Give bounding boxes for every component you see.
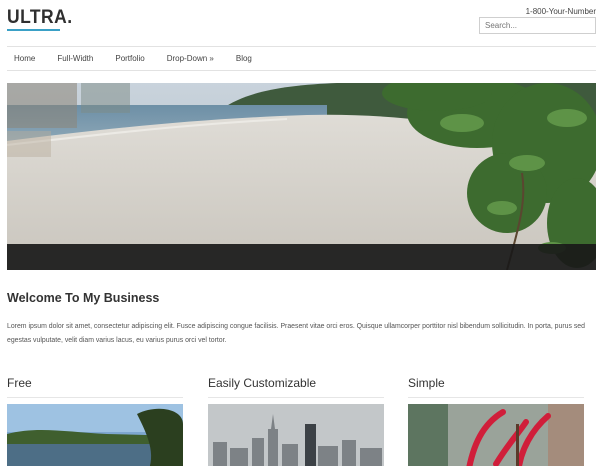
nav-bottom-divider xyxy=(7,70,596,71)
feature-image-city[interactable] xyxy=(208,404,384,466)
nav-item-home[interactable]: Home xyxy=(14,54,35,63)
hero-slider[interactable] xyxy=(7,83,596,270)
feature-image-lake[interactable] xyxy=(7,404,183,466)
feature-image-red-plant[interactable] xyxy=(408,404,584,466)
nav-item-full-width[interactable]: Full-Width xyxy=(57,54,93,63)
feature-title-customizable: Easily Customizable xyxy=(208,376,317,390)
site-logo[interactable]: ULTRA. xyxy=(7,7,73,29)
hero-caption-bar xyxy=(7,244,596,270)
feature-divider xyxy=(408,397,584,398)
feature-divider xyxy=(7,397,183,398)
feature-column-free: Free xyxy=(7,376,183,466)
phone-number: 1-800-Your-Number xyxy=(525,7,596,16)
hero-beach-image xyxy=(7,83,596,270)
feature-column-simple: Simple xyxy=(408,376,584,466)
feature-column-customizable: Easily Customizable xyxy=(208,376,384,466)
search-input[interactable] xyxy=(479,17,596,34)
intro-text: Lorem ipsum dolor sit amet, consectetur … xyxy=(7,323,585,344)
page-title: Welcome To My Business xyxy=(7,291,160,305)
nav-item-blog[interactable]: Blog xyxy=(236,54,252,63)
feature-divider xyxy=(208,397,384,398)
feature-title-free: Free xyxy=(7,376,32,390)
nav-item-drop-down[interactable]: Drop-Down » xyxy=(167,54,214,63)
main-navigation: Home Full-Width Portfolio Drop-Down » Bl… xyxy=(7,47,596,70)
nav-item-portfolio[interactable]: Portfolio xyxy=(115,54,144,63)
logo-underline xyxy=(7,29,60,31)
feature-title-simple: Simple xyxy=(408,376,445,390)
